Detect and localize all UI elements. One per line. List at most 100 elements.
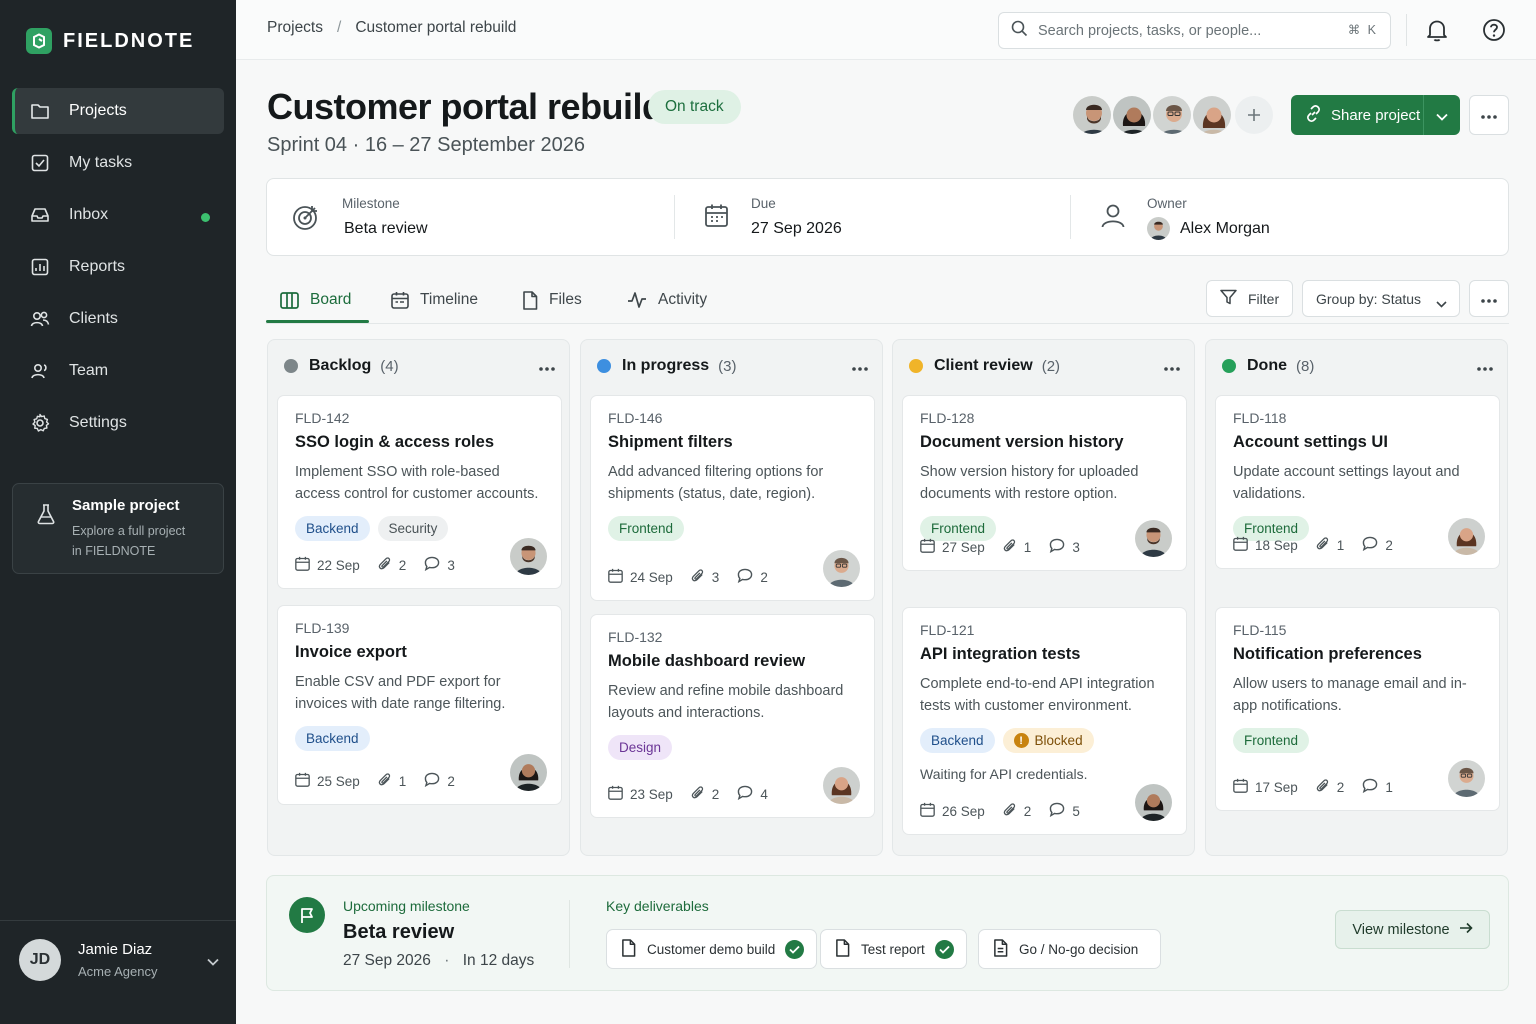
task-card[interactable]: FLD-115 Notification preferences Allow use… <box>1215 607 1500 811</box>
search-box[interactable]: ⌘ K <box>998 12 1391 49</box>
task-title[interactable]: Document version history <box>920 433 1170 452</box>
tag-frontend: Frontend <box>1233 728 1310 753</box>
deliverable-go-no-go[interactable]: Go / No-go decision <box>978 929 1162 969</box>
user-menu[interactable]: JD Jamie Diaz Acme Agency <box>19 939 219 981</box>
more-icon[interactable] <box>1477 358 1493 376</box>
avatar[interactable] <box>1191 94 1233 136</box>
deliverable-customer-demo[interactable]: Customer demo build <box>606 929 818 969</box>
column-title: In progress <box>622 357 710 374</box>
avatar[interactable] <box>1071 94 1113 136</box>
sidebar-item-my-tasks[interactable]: My tasks <box>12 140 224 186</box>
tab-label: Timeline <box>420 291 478 308</box>
task-id: FLD-128 <box>920 410 975 426</box>
help-icon[interactable] <box>1482 18 1506 47</box>
sidebar-item-label: Inbox <box>69 206 109 223</box>
avatar[interactable] <box>1111 94 1153 136</box>
calendar-icon <box>608 568 630 586</box>
sample-project-card[interactable]: Sample project Explore a full project in… <box>12 483 224 574</box>
page-title: Customer portal rebuild <box>267 86 664 127</box>
due-value: 27 Sep 2026 <box>751 220 842 237</box>
deliverable-test-report[interactable]: Test report <box>820 929 967 969</box>
button-divider <box>1423 95 1424 135</box>
breadcrumb-projects[interactable]: Projects <box>267 19 323 37</box>
task-id: FLD-146 <box>608 410 663 426</box>
tab-timeline[interactable]: Timeline <box>391 278 478 322</box>
tag-frontend: Frontend <box>608 516 685 541</box>
task-description: Allow users to manage email and in-app n… <box>1233 676 1467 714</box>
chevron-down-icon[interactable] <box>1436 108 1448 125</box>
tab-activity[interactable]: Activity <box>627 278 707 322</box>
task-title[interactable]: Account settings UI <box>1233 433 1483 452</box>
sidebar-item-team[interactable]: Team <box>12 348 224 394</box>
tag-label: Security <box>388 521 438 536</box>
task-tags: Design <box>608 735 858 760</box>
task-title[interactable]: API integration tests <box>920 645 1170 664</box>
avatar[interactable] <box>1448 518 1485 555</box>
panel-divider <box>569 900 570 968</box>
task-card[interactable]: FLD-118 Account settings UI Update account… <box>1215 395 1500 569</box>
sidebar-item-inbox[interactable]: Inbox <box>12 192 224 238</box>
avatar[interactable] <box>823 550 860 587</box>
avatar[interactable] <box>510 754 547 791</box>
avatar[interactable] <box>510 538 547 575</box>
milestone-date-line: 27 Sep 2026 · In 12 days <box>343 952 534 970</box>
more-icon[interactable] <box>852 358 868 376</box>
calendar-icon <box>295 772 317 790</box>
board-column-done: Done (8) FLD-118 Account settings UI Update … <box>1205 339 1508 856</box>
sidebar-item-projects[interactable]: Projects <box>12 88 224 134</box>
brand[interactable]: FIELDNOTE <box>26 28 194 54</box>
task-id: FLD-139 <box>295 620 350 636</box>
comments-text: 3 <box>447 557 455 573</box>
user-name: Jamie Diaz <box>78 941 153 958</box>
tab-files[interactable]: Files <box>522 278 582 322</box>
search-input[interactable] <box>1038 22 1328 39</box>
task-title[interactable]: Notification preferences <box>1233 645 1483 664</box>
avatar[interactable] <box>1151 94 1193 136</box>
sidebar-item-label: Projects <box>69 102 127 119</box>
task-card[interactable]: FLD-142 SSO login & access roles Implement… <box>277 395 562 589</box>
calendar-icon <box>920 538 942 556</box>
owner-value[interactable]: Alex Morgan <box>1180 220 1270 238</box>
chevron-down-icon[interactable] <box>207 953 219 971</box>
due-date-text: 22 Sep <box>317 557 360 573</box>
share-project-button[interactable]: Share project <box>1291 95 1460 135</box>
task-title[interactable]: SSO login & access roles <box>295 433 545 452</box>
tab-board[interactable]: Board <box>280 278 351 322</box>
attachments-text: 2 <box>1023 803 1032 819</box>
attachments-text: 1 <box>1336 537 1345 553</box>
sidebar-item-settings[interactable]: Settings <box>12 400 224 446</box>
project-more-button[interactable] <box>1469 95 1509 135</box>
task-title[interactable]: Shipment filters <box>608 433 858 452</box>
board-column-backlog: Backlog (4) FLD-142 SSO login & access role… <box>267 339 570 856</box>
avatar[interactable] <box>1135 784 1172 821</box>
task-title[interactable]: Mobile dashboard review <box>608 652 858 671</box>
bell-icon[interactable] <box>1426 18 1448 47</box>
add-member-button[interactable] <box>1235 96 1273 134</box>
task-card[interactable]: FLD-139 Invoice export Enable CSV and PDF … <box>277 605 562 805</box>
task-card[interactable]: FLD-132 Mobile dashboard review Review and… <box>590 614 875 818</box>
task-card[interactable]: FLD-121 API integration tests Complete end… <box>902 607 1187 835</box>
owner-label: Owner <box>1147 196 1187 211</box>
sidebar-item-clients[interactable]: Clients <box>12 296 224 342</box>
avatar[interactable] <box>1135 520 1172 557</box>
comments-text: 4 <box>760 786 768 802</box>
task-card[interactable]: FLD-128 Document version history Show vers… <box>902 395 1187 571</box>
task-title[interactable]: Invoice export <box>295 643 545 662</box>
filter-button[interactable]: Filter <box>1206 280 1293 317</box>
board-more-button[interactable] <box>1469 280 1509 317</box>
more-icon[interactable] <box>1164 358 1180 376</box>
more-icon[interactable] <box>539 358 555 376</box>
milestone-value[interactable]: Beta review <box>344 220 428 238</box>
group-by-select[interactable]: Group by: Status <box>1302 280 1460 317</box>
tag-blocked: ! Blocked <box>1002 728 1094 753</box>
tag-label: Backend <box>931 733 984 748</box>
brand-name: FIELDNOTE <box>63 29 195 52</box>
sidebar-item-reports[interactable]: Reports <box>12 244 224 290</box>
attachments-text: 2 <box>1336 779 1345 795</box>
avatar[interactable] <box>823 767 860 804</box>
task-card[interactable]: FLD-146 Shipment filters Add advanced filt… <box>590 395 875 601</box>
avatar[interactable] <box>1448 760 1485 797</box>
search-icon <box>1011 20 1028 42</box>
view-milestone-button[interactable]: View milestone <box>1335 910 1490 949</box>
column-title: Done <box>1247 357 1287 374</box>
